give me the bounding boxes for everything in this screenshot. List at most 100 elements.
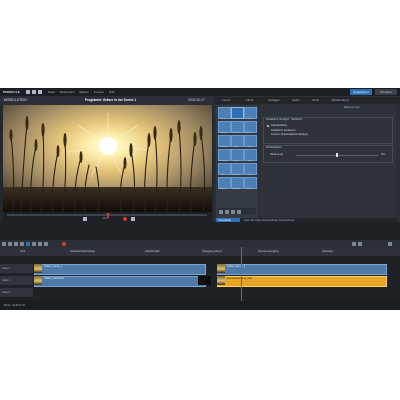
status-bar: Bereit · 00:00:21:10 [0, 301, 400, 310]
effect-label: Mosaik [233, 173, 240, 176]
clip-thumbnail [34, 264, 42, 273]
option-farbton[interactable]: Farbton (Weißabgleich-Abfrage) [271, 133, 308, 136]
track-label: Video 2 [2, 291, 11, 294]
record-icon[interactable] [123, 217, 127, 221]
grid-view-icon[interactable] [219, 209, 223, 214]
effect-label: Kontrast [245, 131, 254, 134]
timeline-toolbar [0, 240, 400, 247]
ruler-label: Intro [20, 250, 26, 253]
new-file-icon[interactable] [25, 90, 30, 94]
trim-tool-icon[interactable] [14, 241, 18, 246]
track-header-video-1[interactable]: Video 1 [0, 264, 33, 273]
effect-label: Drehen [246, 187, 253, 190]
info-icon[interactable] [237, 209, 241, 214]
timeline-clip[interactable]: Gräser_Weitwinkel [34, 276, 206, 287]
split-icon[interactable] [44, 241, 48, 246]
track-label: Audio 1 [2, 279, 11, 282]
preset-section-title: Detaillierte Vorlagen · Mehrfach [266, 118, 303, 121]
effect-label: Effekt [220, 131, 227, 134]
gap-black [198, 276, 211, 285]
effect-label: Schärfe [232, 131, 241, 134]
effects-grid: Farbe Stabil. Chroma Effekt Schärfe Kont… [216, 105, 258, 218]
menu-bar: PINNACLE Datei Bearbeiten Effekte Fenste… [0, 88, 400, 96]
track-header-audio-1[interactable]: Audio 1 [0, 276, 33, 285]
effect-properties: Balance-Kopf Detaillierte Vorlagen · Meh… [260, 105, 396, 218]
tab-filme[interactable]: Filme [246, 98, 253, 102]
clip-label: Gräser_Sonne_2 [227, 265, 246, 268]
magnet-icon[interactable] [26, 241, 30, 246]
menu-item-fenster[interactable]: Fenster [94, 90, 104, 94]
app-logo: PINNACLE [3, 90, 20, 94]
effect-label: Spiegeln [232, 187, 241, 190]
ruler-label: Übergang Abend [202, 250, 222, 253]
track-label: Video 1 [2, 267, 11, 270]
prev-frame-icon[interactable] [83, 217, 87, 221]
menu-item-hilfe[interactable]: Hilfe [109, 90, 115, 94]
ruler-label: Zwischenfall [145, 250, 160, 253]
marker-icon[interactable] [32, 241, 36, 246]
tab-texte[interactable]: Texte [312, 98, 319, 102]
zoom-out-icon[interactable] [352, 241, 356, 246]
select-tool-icon[interactable] [2, 241, 6, 246]
effect-label: Licht [247, 173, 252, 176]
timecode-top: 00:00:00.17 [188, 98, 205, 102]
effect-label: Zoom [246, 145, 253, 148]
snap-icon[interactable] [20, 241, 24, 246]
effects-mini-toolbar [218, 208, 256, 214]
menu-item-bearbeiten[interactable]: Bearbeiten [60, 90, 75, 94]
preview-timecode: 00:17 [103, 217, 109, 220]
cut-tool-icon[interactable] [8, 241, 12, 246]
search-icon[interactable] [231, 209, 235, 214]
option-detaillierte-farbwerte[interactable]: Detaillierte Farbwerte [271, 129, 296, 132]
timeline-ruler[interactable]: Intro Grasfeld Nachmittags Zwischenfall … [0, 247, 400, 256]
white-balance-title: Weißabgleich [266, 146, 282, 149]
effects-panel: Import Filme Vorlagen Audio Texte Einble… [214, 97, 400, 222]
tab-audio[interactable]: Audio [292, 98, 300, 102]
effect-label: Glow [247, 159, 252, 162]
slider-value: 0% [381, 153, 385, 156]
left-title: MODELLSTEIN [4, 98, 27, 102]
clip-thumbnail [217, 264, 225, 273]
option-standardfarbe[interactable]: Standardfarbe [271, 124, 287, 127]
save-icon[interactable] [37, 90, 42, 94]
tab-import[interactable]: Import [222, 98, 231, 102]
record-voice-icon[interactable] [62, 241, 66, 246]
clip-label: Gräser_Weitwinkel [44, 277, 65, 280]
next-frame-icon[interactable] [131, 217, 135, 221]
effect-label: Rahmen [219, 187, 228, 190]
effect-label: Blur [221, 173, 226, 176]
video-preview[interactable] [3, 105, 212, 213]
fit-icon[interactable] [388, 241, 392, 246]
effect-label: Chroma [245, 117, 254, 120]
export-button[interactable]: Exportieren [350, 89, 372, 95]
status-text: Bereit · 00:00:21:10 [4, 304, 25, 307]
slider-label: Weiß-Level [270, 153, 284, 156]
properties-title: Balance-Kopf [344, 106, 360, 109]
project-title: Programm: Gräser in der Sonne 1 [85, 98, 137, 102]
slider-thumb[interactable] [336, 152, 338, 157]
effect-label: Farbe [220, 117, 227, 120]
zoom-in-icon[interactable] [358, 241, 362, 246]
menu-item-datei[interactable]: Datei [48, 90, 55, 94]
menu-item-effekte[interactable]: Effekte [79, 90, 88, 94]
clip-label: Gräser_Sonne_1 [44, 265, 63, 268]
tab-vorlagen[interactable]: Vorlagen [268, 98, 280, 102]
timeline-clip-selected[interactable]: Sonnenuntergang_final [217, 276, 387, 287]
effect-label: Weiß [234, 145, 239, 148]
audio-icon[interactable] [38, 241, 42, 246]
tab-einblendung[interactable]: Einblendung [332, 98, 349, 102]
render-button[interactable]: Rendern [375, 89, 397, 95]
open-file-icon[interactable] [31, 90, 36, 94]
effect-label: Vignette [232, 159, 241, 162]
preview-image [3, 105, 212, 213]
clip-label: Sonnenuntergang_final [227, 277, 252, 280]
timeline-playhead[interactable] [241, 247, 242, 301]
track-header-video-2[interactable]: Video 2 [0, 288, 33, 297]
effect-label: Stabil. [233, 117, 240, 120]
ruler-label: Sonnenuntergang [258, 250, 279, 253]
list-view-icon[interactable] [225, 209, 229, 214]
editor-window: PINNACLE Datei Bearbeiten Effekte Fenste… [0, 88, 400, 310]
timeline-clip[interactable]: Gräser_Sonne_1 [34, 264, 206, 275]
timeline-clip[interactable]: Gräser_Sonne_2 [217, 264, 387, 275]
radio-standardfarbe[interactable] [267, 124, 269, 127]
